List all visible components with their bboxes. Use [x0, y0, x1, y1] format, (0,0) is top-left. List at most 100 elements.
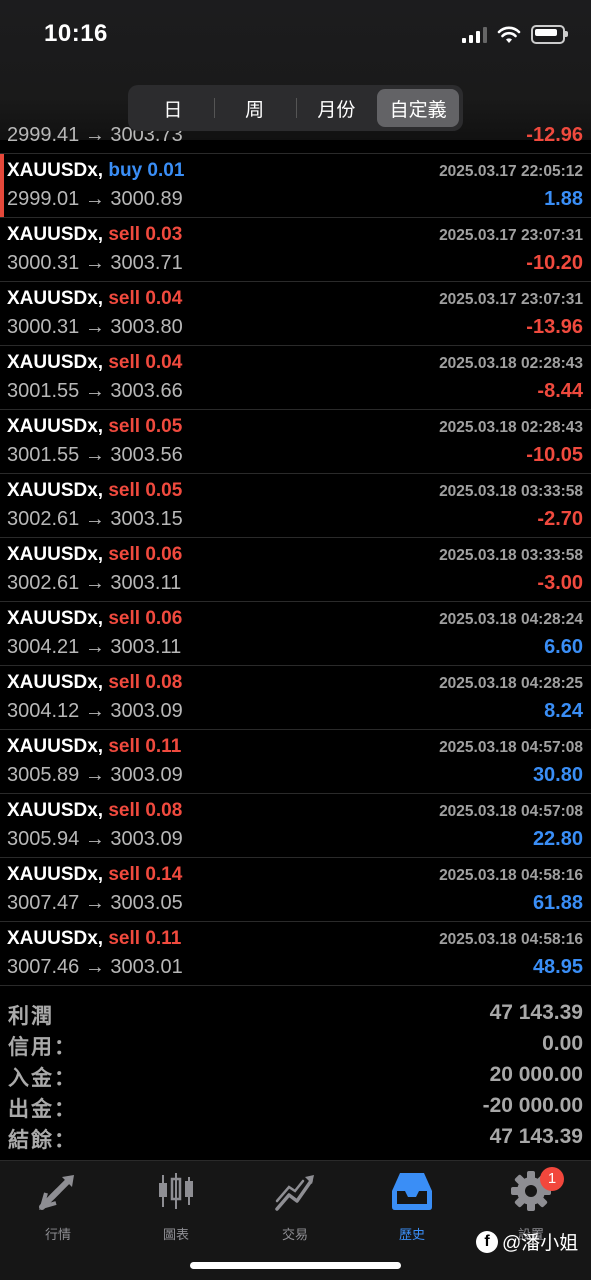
- list-item[interactable]: XAUUSDx, sell 0.03 2025.03.17 23:07:31 300…: [0, 218, 591, 282]
- trade-prices: 2999.01 → 3000.89: [7, 188, 183, 210]
- trade-profit: 61.88: [532, 892, 583, 914]
- trade-datetime: 2025.03.18 03:33:58: [439, 483, 583, 500]
- segment-week[interactable]: 周: [213, 89, 296, 127]
- trade-datetime: 2025.03.17 22:05:12: [439, 163, 583, 180]
- trade-icon: [275, 1175, 314, 1211]
- trade-title: XAUUSDx, sell 0.06: [7, 544, 182, 566]
- cellular-signal-icon: [462, 26, 487, 43]
- trade-title: XAUUSDx, sell 0.05: [7, 480, 182, 502]
- list-item[interactable]: XAUUSDx, sell 0.04 2025.03.18 02:28:43 300…: [0, 346, 591, 410]
- trade-title: XAUUSDx, sell 0.05: [7, 416, 182, 438]
- trade-history-list: 2999.41 → 3003.73 -12.96 XAUUSDx, buy 0.…: [0, 120, 591, 986]
- tab-label: 交易: [281, 1227, 308, 1242]
- list-item[interactable]: XAUUSDx, buy 0.01 2025.03.17 22:05:12 2999…: [0, 154, 591, 218]
- battery-icon: [531, 25, 568, 44]
- trade-symbol: XAUUSDx,: [7, 160, 104, 181]
- trade-type: sell 0.11: [108, 736, 182, 757]
- summary-label: 入金：: [8, 1067, 77, 1090]
- tab-quotes[interactable]: 行情: [3, 1169, 113, 1243]
- tab-chart[interactable]: 圖表: [121, 1169, 231, 1243]
- summary-value: -20 000.00: [482, 1094, 583, 1117]
- summary-value: 47 143.39: [489, 1125, 583, 1148]
- summary-label: 利潤: [8, 1005, 54, 1028]
- status-time: 10:16: [44, 20, 108, 47]
- screen: 10:16 日 周 月份 自定義 2999.41 → 3003.73 -12.9…: [0, 0, 591, 1280]
- trade-prices: 3005.89 → 3003.09: [7, 764, 183, 786]
- list-item[interactable]: XAUUSDx, sell 0.14 2025.03.18 04:58:16 300…: [0, 858, 591, 922]
- list-item[interactable]: XAUUSDx, sell 0.06 2025.03.18 03:33:58 300…: [0, 538, 591, 602]
- summary-value: 20 000.00: [489, 1063, 583, 1086]
- trade-datetime: 2025.03.18 03:33:58: [439, 547, 583, 564]
- chart-icon: [159, 1173, 193, 1209]
- trade-symbol: XAUUSDx,: [7, 672, 104, 693]
- tab-label: 歷史: [398, 1227, 425, 1242]
- trade-profit: 8.24: [544, 700, 583, 722]
- trade-symbol: XAUUSDx,: [7, 480, 104, 501]
- summary-withdrawal: 出金： -20 000.00: [0, 1091, 591, 1122]
- trade-prices: 3001.55 → 3003.56: [7, 444, 183, 466]
- trade-prices: 3004.12 → 3003.09: [7, 700, 183, 722]
- history-icon: [392, 1173, 432, 1210]
- list-item[interactable]: XAUUSDx, sell 0.11 2025.03.18 04:57:08 300…: [0, 730, 591, 794]
- trade-title: XAUUSDx, sell 0.03: [7, 224, 182, 246]
- trade-profit: -8.44: [537, 380, 583, 402]
- trade-symbol: XAUUSDx,: [7, 864, 104, 885]
- quotes-icon: [39, 1175, 74, 1210]
- trade-prices: 3002.61 → 3003.15: [7, 508, 183, 530]
- trade-prices: 3004.21 → 3003.11: [7, 636, 182, 658]
- facebook-icon: f: [476, 1230, 498, 1253]
- list-item[interactable]: XAUUSDx, sell 0.11 2025.03.18 04:58:16 300…: [0, 922, 591, 986]
- trade-profit: -10.05: [526, 444, 583, 466]
- trade-title: XAUUSDx, sell 0.06: [7, 608, 182, 630]
- list-item[interactable]: XAUUSDx, sell 0.05 2025.03.18 02:28:43 300…: [0, 410, 591, 474]
- list-item[interactable]: XAUUSDx, sell 0.08 2025.03.18 04:28:25 300…: [0, 666, 591, 730]
- trade-type: sell 0.04: [108, 288, 183, 309]
- trade-profit: -3.00: [537, 572, 583, 594]
- segment-custom[interactable]: 自定義: [377, 89, 459, 127]
- trade-profit: 48.95: [532, 956, 583, 978]
- summary-profit: 利潤 47 143.39: [0, 998, 591, 1029]
- summary-label: 結餘：: [8, 1129, 77, 1152]
- list-item[interactable]: XAUUSDx, sell 0.06 2025.03.18 04:28:24 300…: [0, 602, 591, 666]
- trade-profit: -12.96: [526, 124, 583, 146]
- trade-symbol: XAUUSDx,: [7, 224, 104, 245]
- list-item[interactable]: XAUUSDx, sell 0.04 2025.03.17 23:07:31 300…: [0, 282, 591, 346]
- trade-type: sell 0.08: [108, 672, 183, 693]
- trade-datetime: 2025.03.18 04:58:16: [439, 931, 583, 948]
- trade-prices: 3000.31 → 3003.80: [7, 316, 183, 338]
- trade-type: sell 0.05: [108, 416, 183, 437]
- trade-profit: 30.80: [532, 764, 583, 786]
- home-indicator: [190, 1262, 401, 1269]
- trade-profit: 6.60: [544, 636, 583, 658]
- list-item[interactable]: XAUUSDx, sell 0.08 2025.03.18 04:57:08 300…: [0, 794, 591, 858]
- segment-day[interactable]: 日: [132, 89, 214, 127]
- summary-value: 0.00: [542, 1032, 583, 1055]
- tab-trade[interactable]: 交易: [240, 1169, 350, 1243]
- summary-label: 出金：: [8, 1098, 77, 1121]
- summary-deposit: 入金： 20 000.00: [0, 1060, 591, 1091]
- trade-type: sell 0.11: [108, 928, 182, 949]
- tab-history[interactable]: 歷史: [357, 1169, 467, 1243]
- trade-symbol: XAUUSDx,: [7, 928, 104, 949]
- trade-title: XAUUSDx, sell 0.08: [7, 672, 182, 694]
- trade-profit: -10.20: [526, 252, 583, 274]
- trade-datetime: 2025.03.17 23:07:31: [439, 227, 583, 244]
- list-item[interactable]: XAUUSDx, sell 0.05 2025.03.18 03:33:58 300…: [0, 474, 591, 538]
- trade-type: sell 0.06: [108, 544, 183, 565]
- trade-type: sell 0.03: [108, 224, 183, 245]
- trade-profit: 1.88: [544, 188, 583, 210]
- summary-credit: 信用： 0.00: [0, 1029, 591, 1060]
- trade-prices: 3007.46 → 3003.01: [7, 956, 183, 978]
- tab-label: 圖表: [162, 1227, 189, 1242]
- trade-title: XAUUSDx, buy 0.01: [7, 160, 184, 182]
- trade-datetime: 2025.03.18 04:57:08: [439, 803, 583, 820]
- trade-title: XAUUSDx, sell 0.14: [7, 864, 182, 886]
- trade-title: XAUUSDx, sell 0.04: [7, 288, 182, 310]
- watermark: f @潘小姐: [476, 1228, 578, 1255]
- segment-month[interactable]: 月份: [295, 89, 378, 127]
- notification-badge: 1: [540, 1167, 564, 1191]
- trade-prices: 3005.94 → 3003.09: [7, 828, 183, 850]
- trade-datetime: 2025.03.18 04:58:16: [439, 867, 583, 884]
- trade-profit: 22.80: [532, 828, 583, 850]
- trade-title: XAUUSDx, sell 0.11: [7, 928, 181, 950]
